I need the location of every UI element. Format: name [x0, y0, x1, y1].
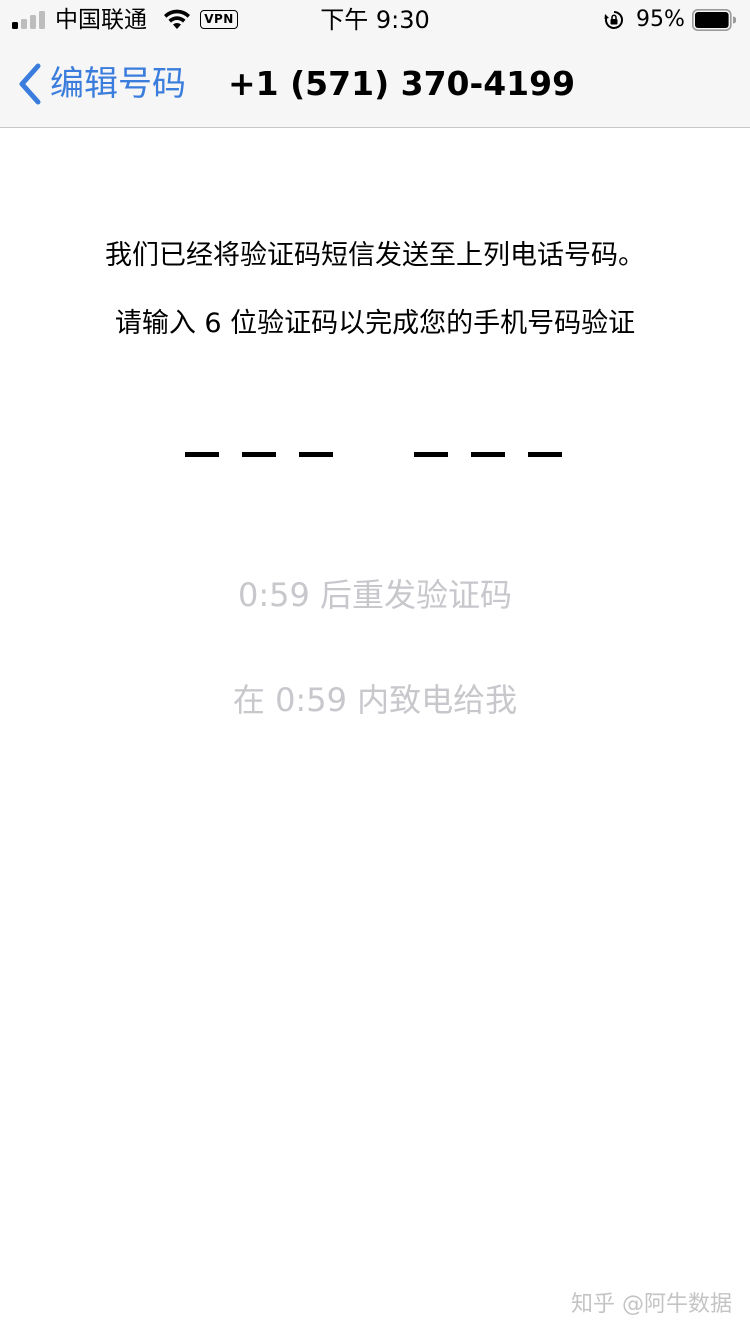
phone-number-title: +1 (571) 370-4199	[228, 64, 576, 103]
code-digit-slot[interactable]	[414, 452, 448, 457]
code-digit-slot[interactable]	[185, 452, 219, 457]
watermark: 知乎 @阿牛数据	[571, 1292, 732, 1317]
rotation-lock-icon	[604, 11, 623, 29]
instruction-enter-code: 请输入 6 位验证码以完成您的手机号码验证	[114, 308, 636, 339]
battery-icon	[692, 9, 736, 31]
code-digit-slot[interactable]	[242, 452, 276, 457]
back-button-label: 编辑号码	[50, 64, 186, 104]
status-bar: 中国联通 VPN 下午 9:30 95%	[0, 0, 750, 40]
nav-bar: 编辑号码 +1 (571) 370-4199	[0, 40, 750, 128]
code-digit-slot[interactable]	[528, 452, 562, 457]
verification-code-input[interactable]	[0, 440, 750, 470]
back-button[interactable]: 编辑号码	[14, 58, 186, 110]
battery-percent: 95%	[636, 7, 685, 32]
code-digit-slot[interactable]	[471, 452, 505, 457]
code-digit-slot[interactable]	[299, 452, 333, 457]
call-me-button[interactable]: 在 0:59 内致电给我	[0, 679, 750, 721]
instruction-sent: 我们已经将验证码短信发送至上列电话号码。	[105, 240, 645, 271]
resend-code-button[interactable]: 0:59 后重发验证码	[0, 574, 750, 616]
chevron-left-icon	[19, 63, 41, 105]
